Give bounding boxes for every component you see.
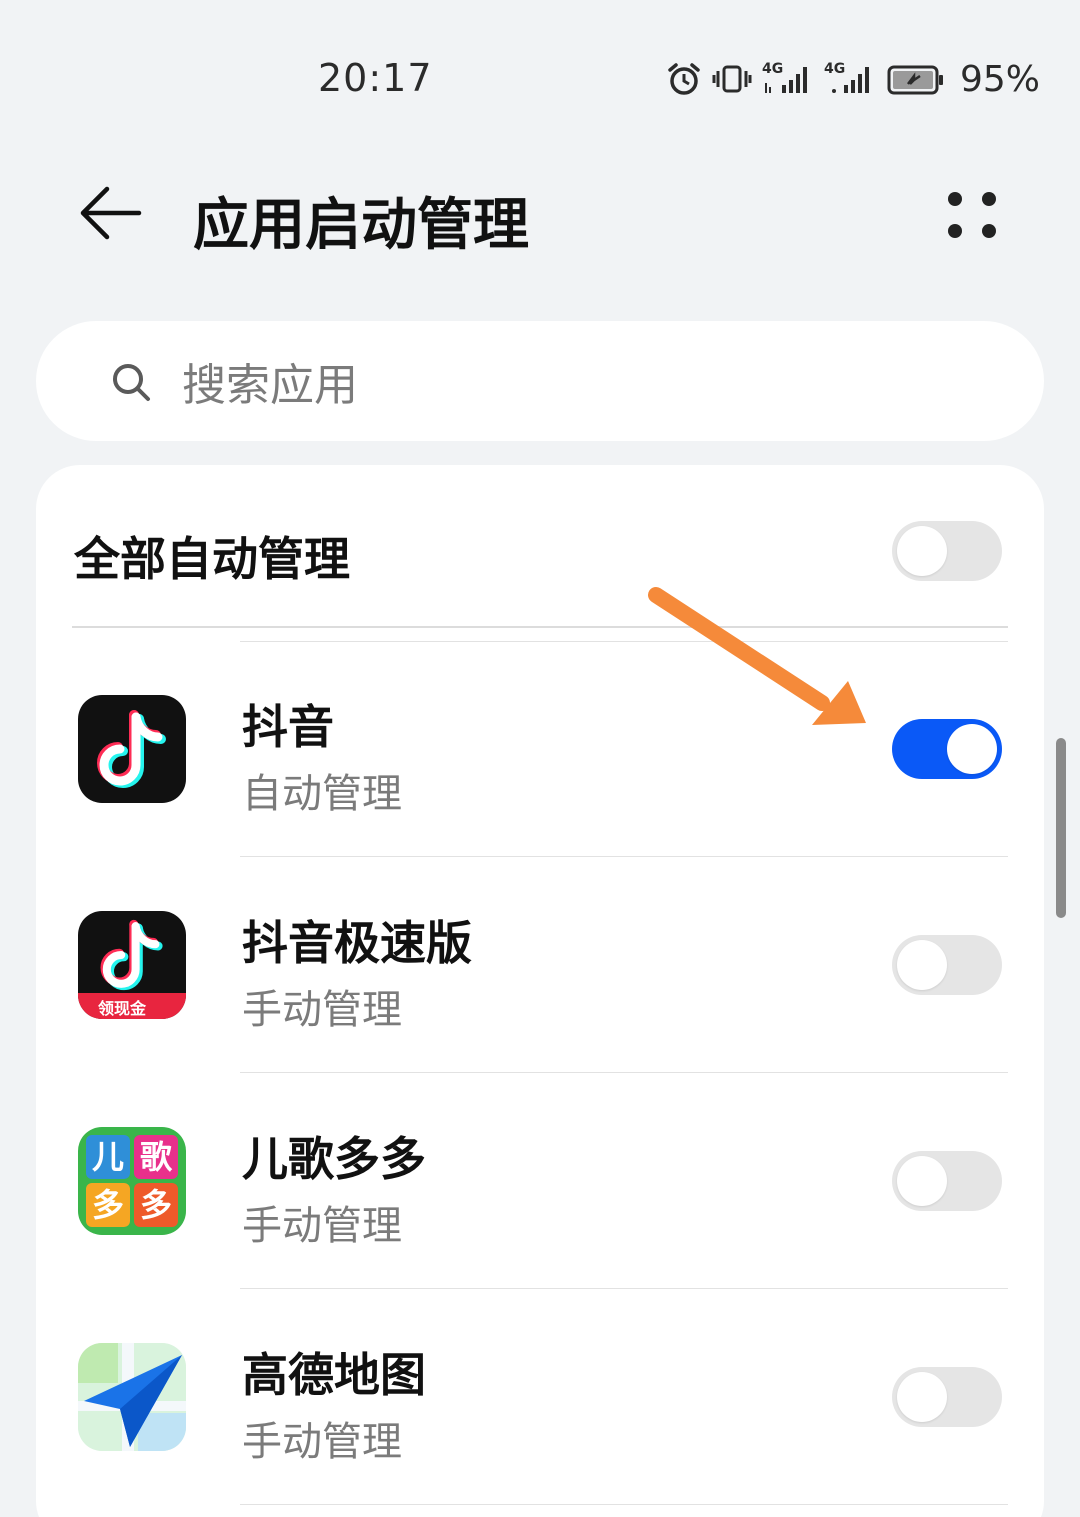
- amap-toggle[interactable]: [892, 1367, 1002, 1427]
- ergeduoduo-icon: 儿 歌 多 多: [78, 1127, 186, 1235]
- app-name: 抖音极速版: [242, 916, 472, 970]
- ergeduoduo-tile: 多: [86, 1183, 130, 1227]
- back-arrow-icon: [77, 183, 143, 247]
- app-mode: 手动管理: [242, 1203, 402, 1249]
- search-placeholder: 搜索应用: [182, 360, 358, 411]
- back-button[interactable]: [70, 180, 150, 250]
- battery-percentage: 95%: [959, 58, 1040, 100]
- all-auto-manage-toggle[interactable]: [892, 521, 1002, 581]
- list-item-amap: 高德地图 手动管理: [36, 1289, 1044, 1505]
- list-item-ergeduoduo: 儿 歌 多 多 儿歌多多 手动管理: [36, 1073, 1044, 1289]
- app-mode: 自动管理: [242, 771, 402, 817]
- battery-icon: [886, 61, 946, 97]
- douyin-lite-toggle[interactable]: [892, 935, 1002, 995]
- app-name: 儿歌多多: [242, 1132, 426, 1186]
- ergeduoduo-tile: 儿: [86, 1135, 130, 1179]
- status-icons: 4G 4G 95%: [666, 54, 1040, 104]
- app-mode: 手动管理: [242, 1419, 402, 1465]
- page-title: 应用启动管理: [193, 193, 529, 258]
- list-item-douyin: 抖音 自动管理: [36, 641, 1044, 857]
- ergeduoduo-tile: 歌: [134, 1135, 178, 1179]
- app-mode: 手动管理: [242, 987, 402, 1033]
- all-auto-manage-label: 全部自动管理: [74, 532, 350, 586]
- annotation-arrow-icon: [640, 575, 880, 749]
- signal-icon: 4G: [824, 61, 876, 97]
- douyin-lite-badge: 领现金: [98, 999, 147, 1018]
- search-input[interactable]: 搜索应用: [36, 321, 1044, 441]
- douyin-icon: [78, 695, 186, 803]
- scrollbar[interactable]: [1056, 738, 1066, 918]
- network-type-label: 4G: [761, 61, 784, 77]
- more-button[interactable]: [940, 182, 1010, 252]
- signal-icon: 4G: [762, 61, 814, 97]
- ergeduoduo-tile: 多: [134, 1183, 178, 1227]
- network-type-label: 4G: [823, 61, 846, 77]
- header: 应用启动管理: [0, 150, 1080, 280]
- amap-icon: [78, 1343, 186, 1451]
- status-time: 20:17: [318, 56, 433, 100]
- app-list-card: 全部自动管理 抖音 自动管理 领现金 抖音极速版 手动管理 儿 歌 多 多 儿歌…: [36, 465, 1044, 1517]
- app-name: 抖音: [242, 700, 334, 754]
- status-bar: 20:17 4G 4G 95%: [0, 0, 1080, 130]
- divider: [240, 1504, 1008, 1505]
- all-auto-manage-row: 全部自动管理: [36, 465, 1044, 630]
- ergeduoduo-toggle[interactable]: [892, 1151, 1002, 1211]
- douyin-toggle[interactable]: [892, 719, 1002, 779]
- search-icon: [110, 361, 154, 409]
- list-item-douyin-lite: 领现金 抖音极速版 手动管理: [36, 857, 1044, 1073]
- douyin-lite-icon: 领现金: [78, 911, 186, 1019]
- app-name: 高德地图: [242, 1348, 426, 1402]
- vibrate-icon: [712, 61, 752, 97]
- alarm-icon: [666, 61, 702, 97]
